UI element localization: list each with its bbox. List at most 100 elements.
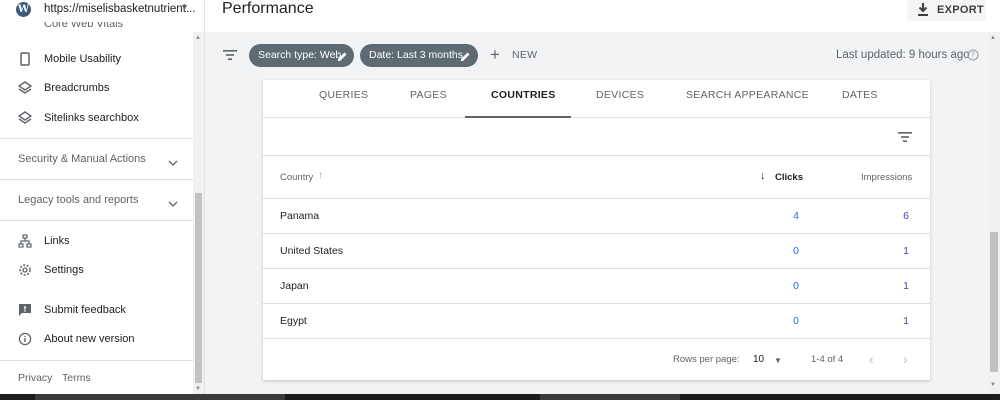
sidebar: W https://miselisbasketnutrient... ▼ Cor… bbox=[0, 0, 205, 400]
sort-arrow-up-icon[interactable]: ↑ bbox=[318, 170, 323, 181]
pencil-icon bbox=[337, 49, 348, 67]
sidebar-scrollbar-thumb[interactable] bbox=[195, 193, 202, 383]
chevron-left-icon[interactable]: ‹ bbox=[869, 351, 874, 367]
plus-icon: + bbox=[490, 45, 500, 64]
impressions-cell: 6 bbox=[903, 210, 909, 222]
column-header-impressions[interactable]: Impressions bbox=[861, 172, 912, 183]
export-button[interactable]: EXPORT bbox=[907, 0, 986, 21]
dimension-tabs: QUERIES PAGES COUNTRIES DEVICES SEARCH A… bbox=[263, 80, 930, 118]
page-header: Performance EXPORT bbox=[205, 0, 1000, 32]
table-toolbar bbox=[263, 118, 930, 156]
clicks-cell: 0 bbox=[793, 280, 799, 292]
pencil-icon bbox=[460, 49, 471, 67]
tab-search-appearance[interactable]: SEARCH APPEARANCE bbox=[686, 89, 809, 101]
table-row[interactable]: Panama 4 6 bbox=[263, 199, 930, 234]
new-filter-button[interactable]: + NEW bbox=[490, 44, 540, 67]
table-row[interactable]: Japan 0 1 bbox=[263, 269, 930, 304]
sidebar-item-label: Mobile Usability bbox=[44, 53, 122, 65]
phone-icon bbox=[17, 51, 33, 67]
new-filter-label: NEW bbox=[512, 49, 538, 61]
help-icon[interactable]: ? bbox=[967, 48, 979, 66]
scroll-up-icon[interactable]: ▲ bbox=[990, 35, 996, 41]
table-row[interactable]: United States 0 1 bbox=[263, 234, 930, 269]
sidebar-item-breadcrumbs[interactable]: Breadcrumbs bbox=[0, 76, 193, 100]
main-scrollbar-thumb[interactable] bbox=[990, 232, 998, 372]
taskbar-segment bbox=[35, 394, 285, 400]
links-icon bbox=[17, 233, 33, 249]
sidebar-item-settings[interactable]: Settings bbox=[0, 258, 193, 282]
tab-devices[interactable]: DEVICES bbox=[596, 89, 644, 101]
svg-text:?: ? bbox=[971, 51, 975, 60]
chevron-down-icon: ▼ bbox=[180, 2, 189, 12]
sidebar-item-mobile-usability[interactable]: Mobile Usability bbox=[0, 47, 193, 71]
pagination: Rows per page: 10 ▼ 1-4 of 4 ‹ › bbox=[263, 340, 930, 380]
country-cell: Egypt bbox=[280, 315, 307, 327]
page-title: Performance bbox=[222, 0, 314, 17]
chip-date-range[interactable]: Date: Last 3 months bbox=[360, 44, 478, 67]
divider bbox=[0, 360, 193, 361]
filter-icon[interactable] bbox=[223, 48, 237, 66]
sidebar-item-label: Breadcrumbs bbox=[44, 82, 110, 94]
feedback-icon bbox=[17, 302, 33, 318]
sort-arrow-down-icon[interactable]: ↓ bbox=[760, 170, 766, 182]
tab-queries[interactable]: QUERIES bbox=[319, 89, 368, 101]
section-label: Legacy tools and reports bbox=[18, 194, 139, 206]
dimensions-card: QUERIES PAGES COUNTRIES DEVICES SEARCH A… bbox=[263, 80, 930, 380]
rows-per-page-label: Rows per page: bbox=[673, 354, 740, 365]
gear-icon bbox=[17, 262, 33, 278]
terms-link[interactable]: Terms bbox=[62, 372, 91, 384]
chip-search-type[interactable]: Search type: Web bbox=[249, 44, 354, 67]
divider bbox=[0, 138, 193, 139]
wordpress-icon: W bbox=[16, 2, 31, 17]
divider bbox=[0, 220, 193, 221]
section-legacy-tools[interactable]: Legacy tools and reports bbox=[0, 189, 193, 213]
download-icon bbox=[916, 2, 930, 22]
taskbar-segment bbox=[540, 394, 680, 400]
caret-down-icon[interactable]: ▼ bbox=[774, 356, 782, 365]
info-icon bbox=[17, 331, 33, 347]
sidebar-item-submit-feedback[interactable]: Submit feedback bbox=[0, 298, 193, 322]
property-selector[interactable]: W https://miselisbasketnutrient... ▼ bbox=[0, 0, 196, 20]
filter-rows-icon[interactable] bbox=[898, 130, 912, 148]
tab-pages[interactable]: PAGES bbox=[410, 89, 447, 101]
country-cell: Panama bbox=[280, 210, 320, 222]
sidebar-item-label: Links bbox=[44, 235, 70, 247]
privacy-link[interactable]: Privacy bbox=[18, 372, 52, 384]
table-row[interactable]: Egypt 0 1 bbox=[263, 304, 930, 339]
property-url: https://miselisbasketnutrient... bbox=[44, 3, 196, 15]
clicks-cell: 0 bbox=[793, 245, 799, 257]
tab-dates[interactable]: DATES bbox=[842, 89, 878, 101]
country-cell: United States bbox=[280, 245, 344, 257]
column-header-clicks[interactable]: Clicks bbox=[775, 172, 803, 183]
chip-label: Date: Last 3 months bbox=[369, 49, 463, 61]
sidebar-item-about-new-version[interactable]: About new version bbox=[0, 327, 193, 351]
page-range: 1-4 of 4 bbox=[811, 354, 844, 365]
layers-icon bbox=[17, 80, 33, 96]
impressions-cell: 1 bbox=[903, 315, 909, 327]
sidebar-item-core-web-vitals[interactable]: Core Web Vitals bbox=[44, 22, 123, 28]
last-updated-text: Last updated: 9 hours ago bbox=[836, 49, 970, 61]
clicks-cell: 4 bbox=[793, 210, 799, 222]
column-header-country[interactable]: Country bbox=[280, 172, 313, 183]
sidebar-item-label: Settings bbox=[44, 264, 84, 276]
chevron-down-icon bbox=[168, 195, 178, 213]
impressions-cell: 1 bbox=[903, 280, 909, 292]
section-label: Security & Manual Actions bbox=[18, 153, 146, 165]
filter-bar: Search type: Web Date: Last 3 months + N… bbox=[205, 32, 1000, 80]
divider bbox=[0, 179, 193, 180]
rows-per-page-select[interactable]: 10 bbox=[753, 354, 764, 365]
scroll-down-icon[interactable]: ▼ bbox=[990, 382, 996, 388]
sidebar-item-label: Submit feedback bbox=[44, 304, 126, 316]
impressions-cell: 1 bbox=[903, 245, 909, 257]
section-security-manual-actions[interactable]: Security & Manual Actions bbox=[0, 148, 193, 172]
layers-icon bbox=[17, 110, 33, 126]
taskbar bbox=[0, 394, 1000, 400]
country-cell: Japan bbox=[280, 280, 309, 292]
table-header: Country ↑ ↓ Clicks Impressions bbox=[263, 157, 930, 199]
chevron-right-icon[interactable]: › bbox=[903, 351, 908, 367]
scroll-down-icon[interactable]: ▼ bbox=[195, 386, 201, 392]
sidebar-item-sitelinks-searchbox[interactable]: Sitelinks searchbox bbox=[0, 106, 193, 130]
sidebar-item-links[interactable]: Links bbox=[0, 229, 193, 253]
tab-countries[interactable]: COUNTRIES bbox=[491, 89, 556, 101]
scroll-up-icon[interactable]: ▲ bbox=[195, 35, 201, 41]
